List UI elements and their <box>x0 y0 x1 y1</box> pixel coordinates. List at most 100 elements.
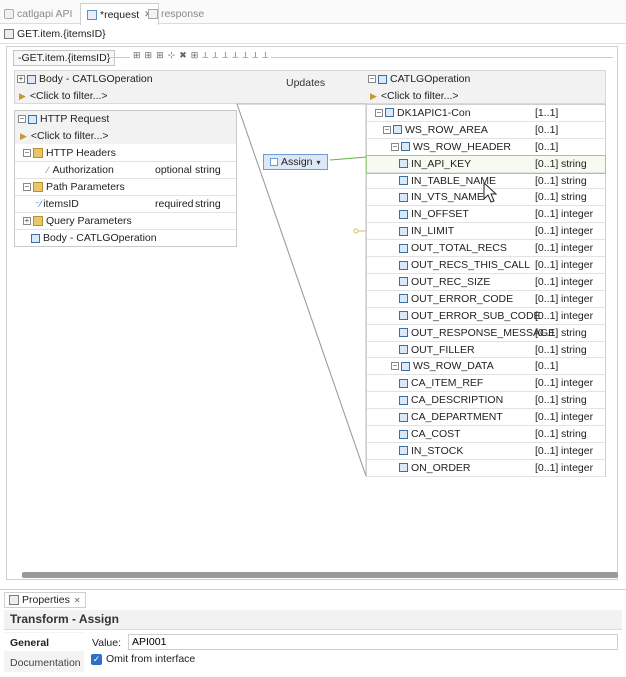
tree-row-ca-description[interactable]: CA_DESCRIPTION [0..1] string <box>367 392 605 410</box>
field-name: OUT_REC_SIZE <box>411 275 491 288</box>
collapse-icon[interactable]: − <box>375 108 383 117</box>
properties-icon <box>9 595 19 605</box>
field-icon <box>399 395 408 405</box>
tree-row-out-filler[interactable]: OUT_FILLER [0..1] string <box>367 342 605 359</box>
tree-row-out-response-message[interactable]: OUT_RESPONSE_MESSAGE [0..1] string <box>367 325 605 342</box>
field-cardinality: [0..1] <box>535 259 559 272</box>
tree-row-ws-row-data[interactable]: − WS_ROW_DATA [0..1] <box>367 359 605 376</box>
field-icon <box>399 226 408 236</box>
collapse-icon[interactable]: − <box>391 142 399 151</box>
field-cardinality: [0..1] <box>535 157 559 170</box>
field-type: integer <box>561 444 594 457</box>
tree-row-ca-item-ref[interactable]: CA_ITEM_REF [0..1] integer <box>367 375 605 393</box>
field-name: OUT_ERROR_CODE <box>411 292 514 305</box>
field-cardinality: [0..1] <box>535 394 559 407</box>
tree-row-in-stock[interactable]: IN_STOCK [0..1] integer <box>367 443 605 460</box>
field-type: string <box>561 326 587 339</box>
field-cardinality: [0..1] <box>535 123 559 136</box>
field-type: integer <box>561 309 594 322</box>
field-icon <box>399 243 408 253</box>
general-tab[interactable]: General <box>4 633 84 651</box>
field-cardinality: [0..1] <box>535 461 559 474</box>
tree-row-out-recs-this-call[interactable]: OUT_RECS_THIS_CALL [0..1] integer <box>367 257 605 274</box>
field-name: OUT_TOTAL_RECS <box>411 242 507 255</box>
field-cardinality: [0..1] <box>535 309 559 322</box>
tree-row-out-total-recs[interactable]: OUT_TOTAL_RECS [0..1] integer <box>367 240 605 258</box>
field-cardinality: [0..1] <box>535 360 559 373</box>
field-cardinality: [0..1] <box>535 343 559 356</box>
field-cardinality: [0..1] <box>535 444 559 457</box>
tree-row-in-api-key[interactable]: IN_API_KEY [0..1] string <box>366 154 606 174</box>
field-icon <box>399 311 408 321</box>
field-icon <box>399 277 408 287</box>
field-icon <box>399 159 408 169</box>
field-type: integer <box>561 259 594 272</box>
field-type: string <box>561 157 587 170</box>
properties-title: Transform - Assign <box>10 612 119 626</box>
tree-row-dk1apic1-con[interactable]: − DK1APIC1-Con [1..1] <box>367 105 605 122</box>
value-input[interactable] <box>128 634 618 650</box>
transform-icon <box>270 158 278 166</box>
assign-transform[interactable]: Assign ▾ <box>263 154 328 170</box>
field-icon <box>399 429 408 439</box>
collapse-icon[interactable]: − <box>383 125 391 134</box>
tree-row-out-error-code[interactable]: OUT_ERROR_CODE [0..1] integer <box>367 291 605 308</box>
field-name: IN_VTS_NAME <box>411 191 484 204</box>
tree-row-out-rec-size[interactable]: OUT_REC_SIZE [0..1] integer <box>367 274 605 291</box>
tree-row-ca-cost[interactable]: CA_COST [0..1] string <box>367 426 605 443</box>
field-name: OUT_RESPONSE_MESSAGE <box>411 326 556 339</box>
field-icon <box>399 378 408 388</box>
value-label: Value: <box>92 637 121 649</box>
field-name: WS_ROW_HEADER <box>413 140 512 153</box>
field-cardinality: [0..1] <box>535 208 559 221</box>
field-name: IN_LIMIT <box>411 225 455 238</box>
field-type: integer <box>561 461 594 474</box>
collapse-icon[interactable]: − <box>391 362 399 371</box>
omit-from-interface[interactable]: ✓ Omit from interface <box>91 653 195 665</box>
field-name: CA_ITEM_REF <box>411 377 484 390</box>
field-type: integer <box>561 225 594 238</box>
tree-row-ws-row-area[interactable]: − WS_ROW_AREA [0..1] <box>367 122 605 139</box>
field-cardinality: [0..1] <box>535 225 559 238</box>
structure-icon <box>401 361 410 371</box>
field-icon <box>399 192 408 202</box>
horizontal-scrollbar[interactable] <box>22 572 618 578</box>
field-name: OUT_RECS_THIS_CALL <box>411 259 531 272</box>
field-name: WS_ROW_AREA <box>405 123 488 136</box>
field-name: CA_DEPARTMENT <box>411 411 503 424</box>
field-cardinality: [0..1] <box>535 377 559 390</box>
field-type: integer <box>561 292 594 305</box>
field-name: IN_OFFSET <box>411 208 469 221</box>
field-cardinality: [0..1] <box>535 428 559 441</box>
checkbox-checked-icon[interactable]: ✓ <box>91 653 102 665</box>
properties-tab[interactable]: Properties ✕ <box>4 592 86 608</box>
tree-row-ca-department[interactable]: CA_DEPARTMENT [0..1] integer <box>367 409 605 427</box>
field-icon <box>399 260 408 270</box>
field-cardinality: [0..1] <box>535 191 559 204</box>
field-icon <box>399 209 408 219</box>
structure-icon <box>385 108 394 118</box>
field-icon <box>399 345 408 355</box>
field-name: IN_API_KEY <box>411 157 472 170</box>
tree-row-on-order[interactable]: ON_ORDER [0..1] integer <box>367 460 605 477</box>
field-type: integer <box>561 242 594 255</box>
field-type: integer <box>561 411 594 424</box>
field-cardinality: [0..1] <box>535 292 559 305</box>
chevron-down-icon[interactable]: ▾ <box>317 158 321 167</box>
field-type: integer <box>561 377 594 390</box>
field-name: OUT_FILLER <box>411 343 475 356</box>
field-cardinality: [0..1] <box>535 242 559 255</box>
field-type: integer <box>561 275 594 288</box>
mouse-cursor-icon <box>483 182 497 203</box>
field-cardinality: [1..1] <box>535 106 559 119</box>
close-icon[interactable]: ✕ <box>74 596 81 605</box>
tree-row-in-offset[interactable]: IN_OFFSET [0..1] integer <box>367 206 605 224</box>
field-cardinality: [0..1] <box>535 174 559 187</box>
tree-row-out-error-sub-code[interactable]: OUT_ERROR_SUB_CODE [0..1] integer <box>367 308 605 325</box>
tree-row-in-limit[interactable]: IN_LIMIT [0..1] integer <box>367 223 605 241</box>
tree-row-ws-row-header[interactable]: − WS_ROW_HEADER [0..1] <box>367 139 605 156</box>
field-type: string <box>561 174 587 187</box>
field-icon <box>399 463 408 473</box>
documentation-tab[interactable]: Documentation <box>4 654 84 672</box>
structure-icon <box>393 125 402 135</box>
